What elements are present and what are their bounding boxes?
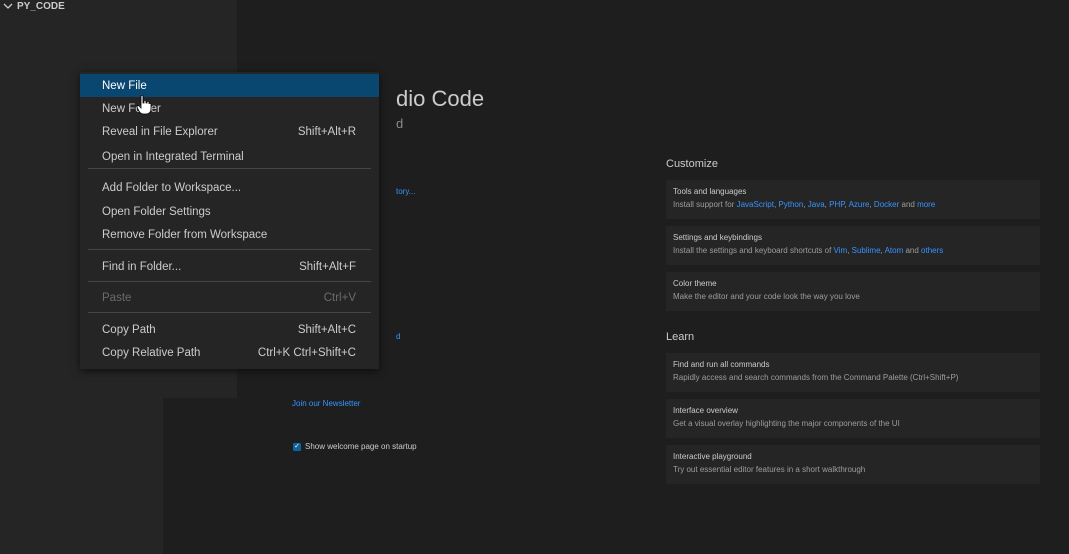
menu-item-label: New File bbox=[102, 79, 147, 92]
card-title: Tools and languages bbox=[673, 187, 747, 196]
show-welcome-checkbox[interactable]: ✓ Show welcome page on startup bbox=[293, 442, 417, 451]
explorer-context-menu: New File New Folder Reveal in File Explo… bbox=[80, 72, 379, 369]
menu-item-label: Find in Folder... bbox=[102, 260, 182, 273]
welcome-title: dio Code bbox=[396, 86, 485, 111]
menu-item-reveal-in-explorer[interactable]: Reveal in File Explorer Shift+Alt+R bbox=[80, 120, 379, 143]
card-color-theme[interactable]: Color theme Make the editor and your cod… bbox=[666, 272, 1040, 311]
menu-item-copy-path[interactable]: Copy Path Shift+Alt+C bbox=[80, 318, 379, 341]
more-link[interactable]: more bbox=[917, 200, 935, 209]
menu-item-shortcut: Ctrl+K Ctrl+Shift+C bbox=[257, 346, 356, 359]
menu-separator bbox=[88, 168, 371, 169]
explorer-sidebar-lower bbox=[0, 398, 163, 554]
card-title: Interactive playground bbox=[673, 452, 752, 461]
menu-item-label: Add Folder to Workspace... bbox=[102, 181, 242, 194]
card-interactive-playground[interactable]: Interactive playground Try out essential… bbox=[666, 445, 1040, 484]
explorer-folder-header[interactable]: PY_CODE bbox=[3, 0, 65, 12]
menu-item-label: Paste bbox=[102, 291, 132, 304]
folder-name: PY_CODE bbox=[17, 0, 65, 12]
atom-link[interactable]: Atom bbox=[885, 246, 904, 255]
card-description: Make the editor and your code look the w… bbox=[673, 292, 860, 301]
menu-item-paste: Paste Ctrl+V bbox=[80, 286, 379, 309]
learn-heading: Learn bbox=[666, 331, 695, 343]
sublime-link[interactable]: Sublime bbox=[852, 246, 881, 255]
menu-item-add-folder-workspace[interactable]: Add Folder to Workspace... bbox=[80, 176, 379, 199]
menu-item-label: Open in Integrated Terminal bbox=[102, 150, 244, 163]
card-settings-keybindings[interactable]: Settings and keybindings Install the set… bbox=[666, 226, 1040, 265]
javascript-link[interactable]: JavaScript bbox=[737, 200, 774, 209]
checkbox-check-icon[interactable]: ✓ bbox=[293, 442, 301, 451]
help-link[interactable]: d bbox=[396, 332, 400, 341]
card-description: Try out essential editor features in a s… bbox=[673, 465, 866, 474]
menu-item-label: Reveal in File Explorer bbox=[102, 125, 218, 138]
card-description: Get a visual overlay highlighting the ma… bbox=[673, 419, 900, 428]
menu-item-new-folder[interactable]: New Folder bbox=[80, 97, 379, 120]
menu-item-find-in-folder[interactable]: Find in Folder... Shift+Alt+F bbox=[80, 255, 379, 278]
menu-separator bbox=[88, 312, 371, 313]
menu-item-new-file[interactable]: New File bbox=[80, 74, 379, 97]
show-welcome-label: Show welcome page on startup bbox=[305, 442, 417, 451]
menu-item-open-folder-settings[interactable]: Open Folder Settings bbox=[80, 200, 379, 223]
others-link[interactable]: others bbox=[921, 246, 943, 255]
card-title: Settings and keybindings bbox=[673, 233, 762, 242]
menu-item-remove-folder[interactable]: Remove Folder from Workspace bbox=[80, 223, 379, 246]
card-interface-overview[interactable]: Interface overview Get a visual overlay … bbox=[666, 399, 1040, 438]
menu-item-shortcut: Shift+Alt+F bbox=[299, 260, 356, 273]
newsletter-link[interactable]: Join our Newsletter bbox=[292, 399, 360, 408]
card-description: Rapidly access and search commands from … bbox=[673, 373, 959, 382]
menu-separator bbox=[88, 249, 371, 250]
azure-link[interactable]: Azure bbox=[849, 200, 870, 209]
menu-item-copy-relative-path[interactable]: Copy Relative Path Ctrl+K Ctrl+Shift+C bbox=[80, 341, 379, 364]
chevron-down-icon bbox=[3, 3, 13, 9]
hand-pointer-icon bbox=[136, 95, 152, 115]
menu-item-shortcut: Shift+Alt+R bbox=[297, 125, 356, 138]
menu-item-label: Remove Folder from Workspace bbox=[102, 228, 268, 241]
menu-item-shortcut: Shift+Alt+C bbox=[297, 323, 356, 336]
java-link[interactable]: Java bbox=[808, 200, 825, 209]
card-tools-languages[interactable]: Tools and languages Install support for … bbox=[666, 180, 1040, 219]
card-description: Install the settings and keyboard shortc… bbox=[673, 246, 944, 255]
welcome-subtitle: d bbox=[396, 116, 404, 131]
docker-link[interactable]: Docker bbox=[874, 200, 899, 209]
card-description: Install support for JavaScript, Python, … bbox=[673, 200, 936, 209]
card-title: Color theme bbox=[673, 279, 717, 288]
card-title: Interface overview bbox=[673, 406, 738, 415]
open-folder-link[interactable]: tory... bbox=[396, 187, 415, 196]
menu-item-label: Copy Relative Path bbox=[102, 346, 201, 359]
menu-item-open-terminal[interactable]: Open in Integrated Terminal bbox=[80, 145, 379, 168]
card-find-commands[interactable]: Find and run all commands Rapidly access… bbox=[666, 353, 1040, 392]
customize-heading: Customize bbox=[666, 158, 718, 170]
menu-separator bbox=[88, 281, 371, 282]
card-title: Find and run all commands bbox=[673, 360, 770, 369]
menu-item-label: Copy Path bbox=[102, 323, 156, 336]
python-link[interactable]: Python bbox=[778, 200, 803, 209]
menu-item-shortcut: Ctrl+V bbox=[323, 291, 356, 304]
menu-item-label: Open Folder Settings bbox=[102, 205, 211, 218]
php-link[interactable]: PHP bbox=[829, 200, 844, 209]
vim-link[interactable]: Vim bbox=[834, 246, 848, 255]
